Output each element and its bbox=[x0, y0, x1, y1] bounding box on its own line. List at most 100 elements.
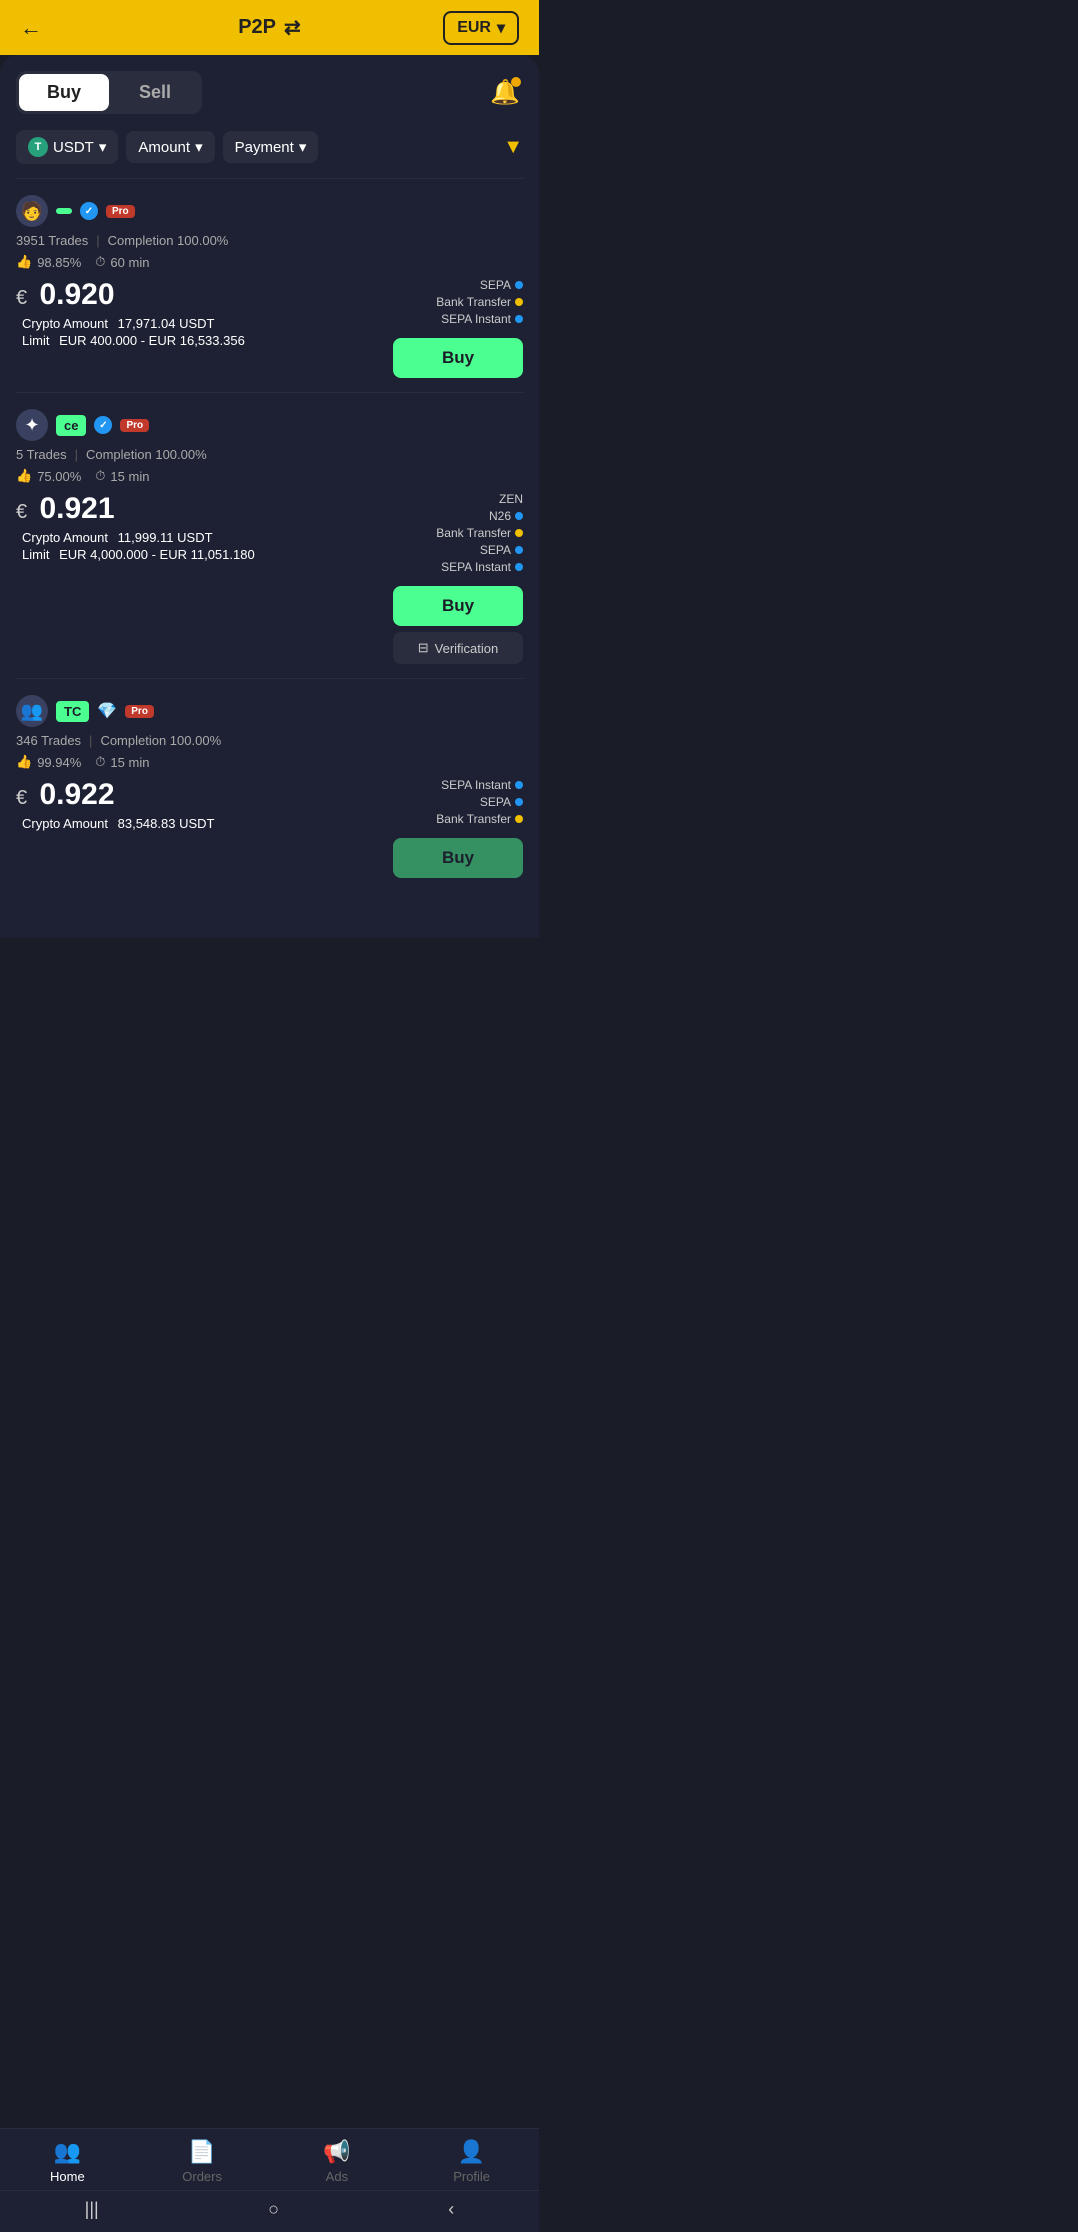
buy-tab[interactable]: Buy bbox=[19, 74, 109, 111]
tag-label: SEPA bbox=[480, 543, 511, 557]
tag-label: Bank Transfer bbox=[436, 295, 511, 309]
nav-label-ads: Ads bbox=[326, 2169, 348, 2184]
card-right: SEPA Bank Transfer SEPA Instant Buy bbox=[383, 278, 523, 378]
avatar-emoji: 🧑 bbox=[21, 201, 43, 222]
advanced-filter-button[interactable]: ▼ bbox=[503, 136, 523, 159]
completion-rate: Completion 100.00% bbox=[86, 447, 207, 462]
nav-item-profile[interactable]: 👤 Profile bbox=[442, 2139, 502, 2184]
home-icon: 👥 bbox=[54, 2139, 81, 2165]
tag-dot bbox=[515, 798, 523, 806]
system-menu-button[interactable]: ||| bbox=[85, 2199, 99, 2220]
time-metric: ⏱ 15 min bbox=[95, 468, 149, 484]
buy-button[interactable]: Buy bbox=[393, 838, 523, 878]
thumbs-up-metric: 👍 99.94% bbox=[16, 754, 81, 770]
thumbs-up-metric: 👍 98.85% bbox=[16, 254, 81, 270]
tag-label: SEPA Instant bbox=[441, 312, 511, 326]
system-bar: ||| ○ ‹ bbox=[0, 2190, 539, 2232]
payment-tag: SEPA bbox=[480, 278, 523, 292]
coin-label: USDT bbox=[53, 139, 94, 156]
time-value: 15 min bbox=[110, 755, 149, 770]
time-metric: ⏱ 60 min bbox=[95, 254, 149, 270]
page-title: P2P ⇄ bbox=[238, 15, 301, 40]
listing-card: 👥 TC 💎 Pro 346 Trades | Completion 100.0… bbox=[16, 678, 523, 938]
payment-tag: Bank Transfer bbox=[436, 812, 523, 826]
thumbs-up-icon: 👍 bbox=[16, 468, 32, 484]
orders-icon: 📄 bbox=[188, 2139, 215, 2165]
payment-filter[interactable]: Payment ▾ bbox=[223, 131, 319, 163]
username: ce bbox=[56, 415, 86, 436]
coin-filter[interactable]: T USDT ▾ bbox=[16, 130, 118, 164]
pro-badge: Pro bbox=[120, 419, 149, 432]
trades-count: 3951 Trades bbox=[16, 233, 88, 248]
buy-button[interactable]: Buy bbox=[393, 586, 523, 626]
price-display: € 0.921 bbox=[16, 492, 255, 526]
crypto-amount-line: Crypto Amount 17,971.04 USDT bbox=[16, 316, 245, 331]
card-right: SEPA Instant SEPA Bank Transfer Buy bbox=[383, 778, 523, 878]
avatar: 👥 bbox=[16, 695, 48, 727]
amount-chevron-icon: ▾ bbox=[195, 138, 203, 156]
header: ← P2P ⇄ EUR ▾ bbox=[0, 0, 539, 55]
nav-item-orders[interactable]: 📄 Orders bbox=[172, 2139, 232, 2184]
price-display: € 0.920 bbox=[16, 278, 245, 312]
payment-tag: SEPA Instant bbox=[441, 560, 523, 574]
toggle-row: Buy Sell 🔔 bbox=[16, 71, 523, 114]
euro-symbol: € bbox=[16, 787, 27, 809]
notification-icon[interactable]: 🔔 bbox=[487, 75, 523, 111]
trades-count: 346 Trades bbox=[16, 733, 81, 748]
verification-icon: ⊟ bbox=[418, 640, 429, 656]
avatar-emoji: 👥 bbox=[21, 701, 43, 722]
card-right: ZEN N26 Bank Transfer SEPA bbox=[383, 492, 523, 664]
verified-icon: ✓ bbox=[94, 416, 112, 434]
payment-tags: SEPA Bank Transfer SEPA Instant bbox=[436, 278, 523, 326]
completion-rate: Completion 100.00% bbox=[108, 233, 229, 248]
payment-tag: Bank Transfer bbox=[436, 526, 523, 540]
thumbs-up-value: 75.00% bbox=[37, 469, 81, 484]
system-back-button[interactable]: ‹ bbox=[448, 2199, 454, 2220]
listing-card: 🧑 ✓ Pro 3951 Trades | Completion 100.00%… bbox=[16, 178, 523, 392]
amount-filter[interactable]: Amount ▾ bbox=[126, 131, 214, 163]
card-metrics: 👍 99.94% ⏱ 15 min bbox=[16, 754, 523, 770]
nav-item-ads[interactable]: 📢 Ads bbox=[307, 2139, 367, 2184]
tag-dot bbox=[515, 281, 523, 289]
card-metrics: 👍 75.00% ⏱ 15 min bbox=[16, 468, 523, 484]
notification-dot bbox=[511, 77, 521, 87]
crypto-amount-line: Crypto Amount 83,548.83 USDT bbox=[16, 816, 214, 831]
clock-icon: ⏱ bbox=[95, 254, 105, 270]
payment-label: Payment bbox=[235, 139, 294, 156]
card-body: € 0.920 Crypto Amount 17,971.04 USDT Lim… bbox=[16, 278, 523, 378]
sell-tab[interactable]: Sell bbox=[111, 74, 199, 111]
thumbs-up-value: 98.85% bbox=[37, 255, 81, 270]
avatar: ✦ bbox=[16, 409, 48, 441]
title-text: P2P bbox=[238, 16, 276, 39]
card-header: 👥 TC 💎 Pro bbox=[16, 695, 523, 727]
tag-dot bbox=[515, 781, 523, 789]
pro-badge: Pro bbox=[106, 205, 135, 218]
tag-dot bbox=[515, 529, 523, 537]
payment-tag: SEPA bbox=[480, 795, 523, 809]
verification-button[interactable]: ⊟ Verification bbox=[393, 632, 523, 664]
system-home-button[interactable]: ○ bbox=[268, 2199, 279, 2220]
card-body: € 0.921 Crypto Amount 11,999.11 USDT Lim… bbox=[16, 492, 523, 664]
thumbs-up-metric: 👍 75.00% bbox=[16, 468, 81, 484]
nav-items: 👥 Home 📄 Orders 📢 Ads 👤 Profile bbox=[0, 2129, 539, 2190]
tag-label: Bank Transfer bbox=[436, 812, 511, 826]
payment-tags: SEPA Instant SEPA Bank Transfer bbox=[436, 778, 523, 826]
tag-dot bbox=[515, 563, 523, 571]
price-value: 0.921 bbox=[39, 492, 114, 525]
filters-row: T USDT ▾ Amount ▾ Payment ▾ ▼ bbox=[16, 130, 523, 164]
time-value: 15 min bbox=[110, 469, 149, 484]
card-stats: 3951 Trades | Completion 100.00% bbox=[16, 233, 523, 248]
back-button[interactable]: ← bbox=[20, 15, 42, 41]
payment-tag: SEPA Instant bbox=[441, 778, 523, 792]
buy-button[interactable]: Buy bbox=[393, 338, 523, 378]
limit-line: Limit EUR 4,000.000 - EUR 11,051.180 bbox=[16, 547, 255, 562]
currency-selector[interactable]: EUR ▾ bbox=[443, 11, 519, 45]
card-left: € 0.922 Crypto Amount 83,548.83 USDT bbox=[16, 778, 214, 833]
tag-label: SEPA Instant bbox=[441, 778, 511, 792]
coin-chevron-icon: ▾ bbox=[99, 138, 107, 156]
bottom-navigation: 👥 Home 📄 Orders 📢 Ads 👤 Profile ||| ○ ‹ bbox=[0, 2128, 539, 2232]
payment-tag: Bank Transfer bbox=[436, 295, 523, 309]
trades-count: 5 Trades bbox=[16, 447, 67, 462]
nav-item-home[interactable]: 👥 Home bbox=[37, 2139, 97, 2184]
tag-dot bbox=[515, 815, 523, 823]
